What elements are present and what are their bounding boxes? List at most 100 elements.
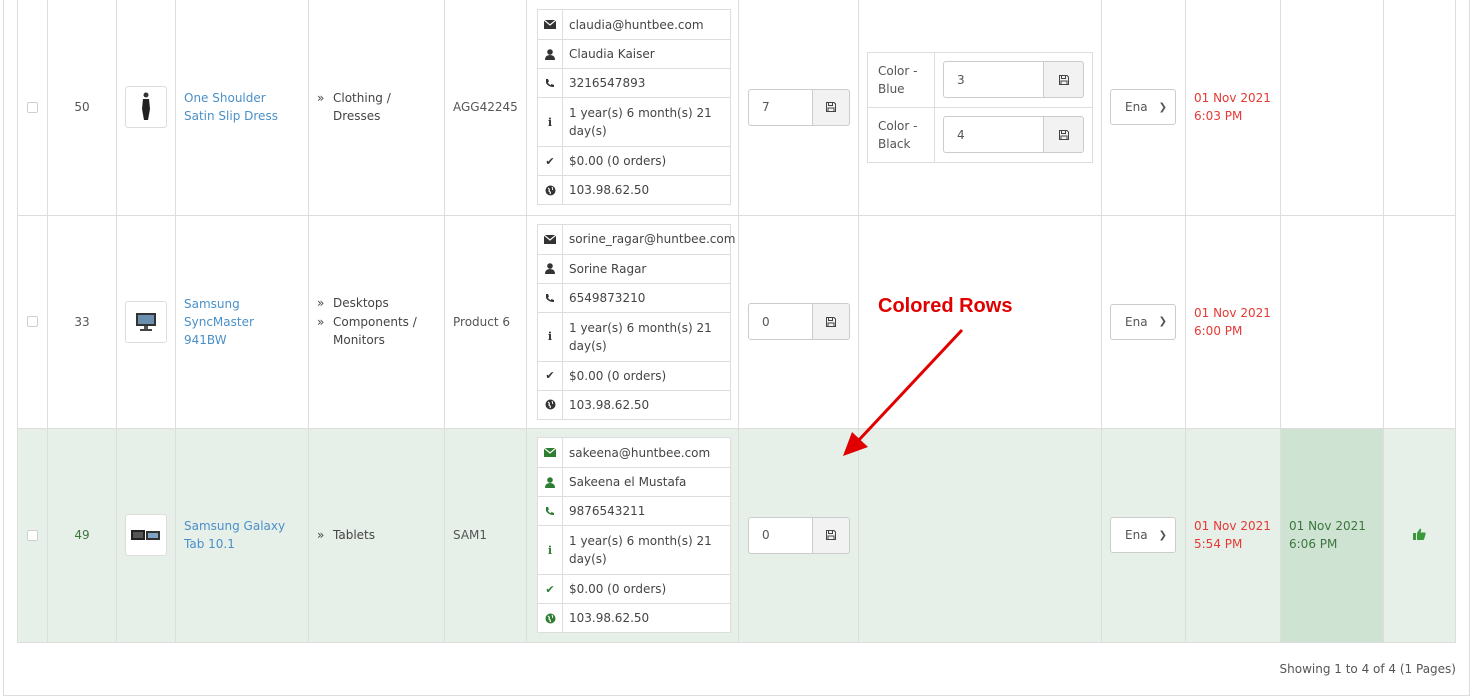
customer-cell: sorine_ragar@huntbee.com Sorine Ragar 65… [526,214,739,429]
status-select[interactable]: Ena ❯ [1110,303,1176,340]
save-quantity-button[interactable] [812,303,850,340]
save-quantity-button[interactable] [812,88,850,126]
customer-email-row: sakeena@huntbee.com [538,438,730,467]
option-row: Color - Black 4 [868,106,1092,162]
customer-email: sakeena@huntbee.com [562,438,730,467]
quantity-editor: 7 [748,88,850,126]
customer-cell: sakeena@huntbee.com Sakeena el Mustafa 9… [526,427,739,643]
product-image[interactable] [125,300,167,343]
image-cell [116,0,176,216]
customer-name-row: Sakeena el Mustafa [538,467,730,496]
product-image[interactable] [125,86,167,129]
floppy-disk-icon [1058,129,1069,140]
row-checkbox[interactable] [27,316,38,327]
phone-icon [538,78,562,88]
check-icon: ✔ [545,582,555,596]
chevron-down-icon: ❯ [1158,529,1167,541]
table-row: 33 Samsung SyncMaster 941BW » Desktops » C… [17,214,1456,429]
customer-name-row: Sorine Ragar [538,253,730,283]
status-select[interactable]: Ena ❯ [1110,89,1176,126]
status-cell: Ena ❯ [1101,214,1186,429]
action-cell [1383,427,1456,643]
option-label: Color - Blue [868,52,935,107]
customer-info: claudia@huntbee.com Claudia Kaiser 32165… [537,9,731,206]
row-checkbox[interactable] [27,529,38,541]
monitor-thumbnail-icon [136,312,156,331]
envelope-icon [538,448,562,457]
model-cell: AGG42245 [444,0,527,216]
customer-email: sorine_ragar@huntbee.com [562,224,741,254]
tablet-thumbnail-icon [131,530,160,540]
customer-ip-row: 103.98.62.50 [538,603,730,632]
product-name-link[interactable]: Samsung Galaxy Tab 10.1 [184,519,285,551]
customer-duration: 1 year(s) 6 month(s) 21 day(s) [562,312,730,361]
info-icon: i [547,543,553,557]
dress-thumbnail-icon [142,92,150,121]
image-cell [116,427,176,643]
customer-email: claudia@huntbee.com [562,10,730,40]
product-image[interactable] [125,514,167,556]
customer-email-row: sorine_ragar@huntbee.com [538,224,735,254]
chevron-down-icon: ❯ [1158,316,1167,327]
status-cell: Ena ❯ [1101,0,1186,216]
customer-phone-row: 3216547893 [538,68,730,98]
status-value: Ena [1125,314,1148,329]
date-modified: 01 Nov 2021 6:06 PM [1289,519,1366,551]
product-id: 49 [47,427,117,643]
info-icon: i [547,115,553,129]
thumbs-up-icon[interactable] [1413,528,1426,543]
date-modified-cell: 01 Nov 2021 6:06 PM [1280,427,1384,643]
quantity-input[interactable]: 0 [748,516,813,554]
save-quantity-button[interactable] [812,516,850,554]
category-prefix: » [317,296,325,310]
customer-orders-row: ✔ $0.00 (0 orders) [538,146,730,176]
action-cell [1383,0,1456,216]
row-select-cell [17,214,48,429]
globe-icon [538,613,562,624]
name-cell: One Shoulder Satin Slip Dress [175,0,309,216]
save-option-button[interactable] [1044,116,1084,154]
customer-phone: 9876543211 [562,497,730,525]
quantity-cell: 0 [738,427,859,643]
save-option-button[interactable] [1044,61,1084,99]
quantity-editor: 0 [748,303,850,340]
date-added-cell: 01 Nov 2021 5:54 PM [1185,427,1281,643]
check-icon: ✔ [545,154,555,168]
product-name-link[interactable]: Samsung SyncMaster 941BW [184,297,254,347]
category-entry: » Desktops [317,294,436,312]
options-cell: Color - Blue 3 Color - Black 4 [858,0,1102,216]
quantity-input[interactable]: 0 [748,303,813,340]
action-cell [1383,214,1456,429]
quantity-cell: 0 [738,214,859,429]
customer-info: sorine_ragar@huntbee.com Sorine Ragar 65… [537,223,735,420]
category-cell: » Desktops » Components / Monitors [308,214,445,429]
customer-ip: 103.98.62.50 [562,176,730,205]
date-modified-cell [1280,214,1384,429]
row-select-cell [17,427,48,643]
image-cell [116,214,176,429]
option-label: Color - Black [868,107,935,162]
customer-phone-row: 9876543211 [538,496,730,525]
customer-orders: $0.00 (0 orders) [562,147,730,176]
category-prefix: » [317,91,325,106]
envelope-icon [538,234,562,244]
customer-ip-row: 103.98.62.50 [538,389,730,419]
customer-orders-row: ✔ $0.00 (0 orders) [538,360,730,390]
product-name-link[interactable]: One Shoulder Satin Slip Dress [184,91,278,123]
info-icon: i [547,330,553,343]
row-checkbox[interactable] [27,101,38,113]
option-quantity-input[interactable]: 3 [943,61,1044,99]
status-select[interactable]: Ena ❯ [1110,517,1176,553]
customer-ip: 103.98.62.50 [562,390,730,419]
status-value: Ena [1125,100,1148,115]
check-icon: ✔ [545,369,555,382]
table-row-colored: 49 Samsung Galaxy Tab 10.1 » Tablets SAM1… [17,427,1456,643]
customer-orders: $0.00 (0 orders) [562,361,730,390]
customer-ip-row: 103.98.62.50 [538,175,730,205]
model-cell: Product 6 [444,214,527,429]
option-quantity-input[interactable]: 4 [943,116,1044,154]
quantity-input[interactable]: 7 [748,88,813,126]
customer-duration: 1 year(s) 6 month(s) 21 day(s) [562,526,730,574]
customer-cell: claudia@huntbee.com Claudia Kaiser 32165… [526,0,739,216]
date-added: 01 Nov 2021 5:54 PM [1194,519,1271,551]
